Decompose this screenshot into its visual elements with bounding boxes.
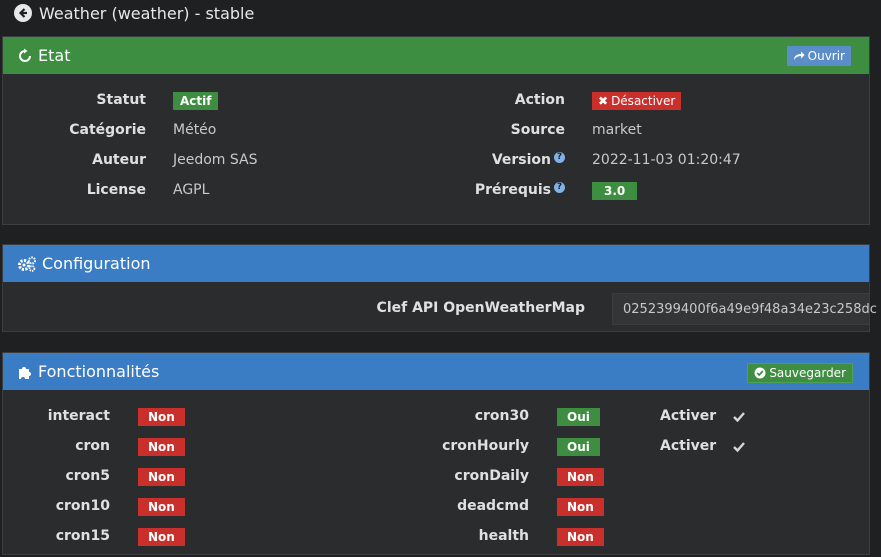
etat-title: Etat <box>38 46 71 65</box>
check-icon <box>733 412 745 423</box>
activer-checkbox[interactable] <box>732 410 746 424</box>
feature-value-cell: Non <box>138 438 185 456</box>
etat-label-text: Action <box>514 92 565 108</box>
etat-value: Jeedom SAS <box>173 152 258 168</box>
times-icon: ✖ <box>598 94 609 108</box>
fonctionnalites-title: Fonctionnalités <box>38 362 160 381</box>
feature-label: deadcmd <box>457 498 529 514</box>
etat-value-cell: Jeedom SAS <box>173 152 258 168</box>
api-key-label: Clef API OpenWeatherMap <box>376 300 585 316</box>
feature-label: health <box>478 528 529 544</box>
activer-checkbox[interactable] <box>732 440 746 454</box>
feature-label: cron <box>75 438 110 454</box>
puzzle-icon <box>19 366 31 379</box>
back-arrow-icon[interactable] <box>14 4 32 22</box>
activer-label: Activer <box>660 408 717 424</box>
etat-label-text: Version <box>491 152 551 168</box>
feature-value-cell: Non <box>138 528 185 546</box>
status-badge: Actif <box>173 92 219 110</box>
feature-value-cell: Non <box>557 528 604 546</box>
feature-status-badge: Non <box>557 468 604 486</box>
etat-value: AGPL <box>173 182 210 198</box>
feature-value-cell: Non <box>138 468 185 486</box>
deactivate-label: Désactiver <box>611 94 676 108</box>
feature-status-badge: Non <box>138 468 185 486</box>
save-button-label: Sauvegarder <box>769 366 846 380</box>
etat-label: Statut <box>96 92 146 108</box>
page-header: Weather (weather) - stable <box>0 0 881 26</box>
etat-label-text: Prérequis <box>474 182 551 198</box>
help-icon[interactable]: ? <box>554 182 565 193</box>
feature-value-cell: Non <box>138 498 185 516</box>
feature-value-cell: Non <box>557 468 604 486</box>
etat-value: market <box>592 122 642 138</box>
open-button-label: Ouvrir <box>807 49 845 63</box>
feature-status-badge: Non <box>557 498 604 516</box>
feature-label: cron10 <box>55 498 110 514</box>
feature-label: cron30 <box>474 408 529 424</box>
feature-value-cell: Non <box>138 408 185 426</box>
etat-label: Catégorie <box>69 122 146 138</box>
check-icon <box>733 442 745 453</box>
etat-panel-header: Etat Ouvrir <box>3 37 869 74</box>
etat-label: Source <box>383 122 565 138</box>
gears-icon <box>18 256 36 272</box>
etat-value-cell: AGPL <box>173 182 209 198</box>
feature-status-badge: Non <box>557 528 604 546</box>
page-title: Weather (weather) - stable <box>39 3 255 23</box>
etat-label: Version? <box>383 152 565 168</box>
feature-label: cron15 <box>55 528 110 544</box>
feature-status-badge: Non <box>138 438 185 456</box>
etat-value-cell: Météo <box>173 122 216 138</box>
deactivate-button[interactable]: ✖ Désactiver <box>592 92 682 110</box>
feature-value-cell: Oui <box>557 408 600 426</box>
activer-label: Activer <box>660 438 717 454</box>
feature-status-badge: Non <box>138 498 185 516</box>
feature-label: cronHourly <box>442 438 529 454</box>
etat-value-cell: 2022-11-03 01:20:47 <box>592 152 741 168</box>
etat-label: Prérequis? <box>383 182 565 198</box>
feature-status-badge: Non <box>138 408 185 426</box>
feature-status-badge: Non <box>138 528 185 546</box>
feature-value-cell: Non <box>557 498 604 516</box>
etat-value-cell: 3.0 <box>592 182 638 200</box>
api-key-input[interactable]: 0252399400f6a49e9f48a34e23c258dc <box>612 293 877 325</box>
save-button[interactable]: Sauvegarder <box>747 363 853 383</box>
etat-panel: Etat Ouvrir Statut Actif Catégorie Météo Aut… <box>2 36 870 225</box>
share-icon <box>793 51 805 60</box>
etat-label-text: Source <box>510 122 565 138</box>
check-circle-icon <box>754 367 766 379</box>
etat-value-cell: ✖ Désactiver <box>592 92 682 110</box>
feature-status-badge: Oui <box>557 438 600 456</box>
configuration-title: Configuration <box>42 254 151 273</box>
etat-value-cell: market <box>592 122 642 138</box>
feature-label: cronDaily <box>454 468 529 484</box>
version-badge: 3.0 <box>592 182 638 200</box>
etat-value-cell: Actif <box>173 92 219 110</box>
feature-value-cell: Oui <box>557 438 600 456</box>
refresh-icon <box>19 48 31 62</box>
fonctionnalites-panel-header: Fonctionnalités Sauvegarder <box>3 353 869 390</box>
etat-label: Action <box>383 92 565 108</box>
feature-label: interact <box>47 408 110 424</box>
fonctionnalites-panel: Fonctionnalités Sauvegarder interact Non c… <box>2 352 870 555</box>
feature-status-badge: Oui <box>557 408 600 426</box>
feature-label: cron5 <box>65 468 110 484</box>
etat-label: License <box>86 182 146 198</box>
open-button[interactable]: Ouvrir <box>786 46 851 66</box>
help-icon[interactable]: ? <box>554 152 565 163</box>
etat-value: 2022-11-03 01:20:47 <box>592 152 741 168</box>
etat-label: Auteur <box>92 152 146 168</box>
configuration-panel: Configuration Clef API OpenWeatherMap 02… <box>2 244 877 332</box>
etat-value: Météo <box>173 122 217 138</box>
configuration-panel-header: Configuration <box>3 245 869 282</box>
